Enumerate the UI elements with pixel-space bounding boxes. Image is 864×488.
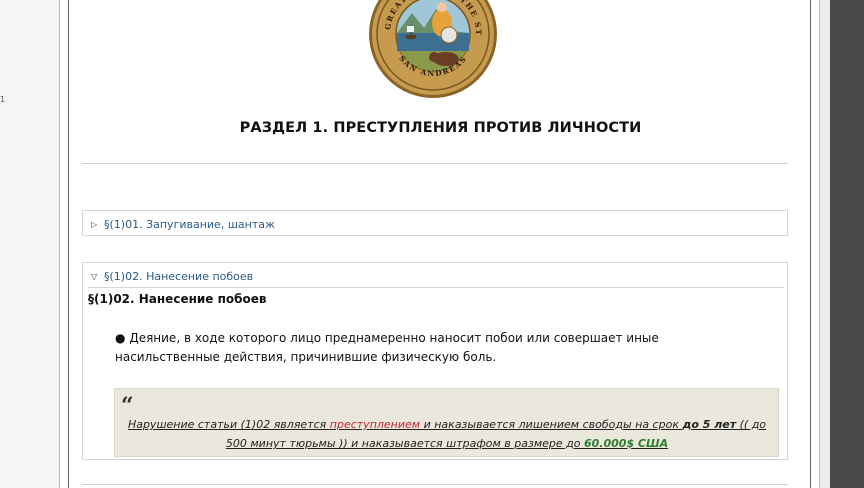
prison-term: до 5 лет (682, 418, 737, 431)
title-divider (82, 163, 788, 164)
crime-label: преступлением (329, 418, 421, 431)
article-2-summary[interactable]: ▽ §(1)02. Нанесение побоев (91, 267, 253, 285)
scrollbar-track[interactable] (830, 0, 864, 488)
article-1-summary-label: §(1)01. Запугивание, шантаж (104, 217, 275, 231)
article-heading: §(1)02. Нанесение побоев (88, 292, 267, 306)
section-title: РАЗДЕЛ 1. ПРЕСТУПЛЕНИЯ ПРОТИВ ЛИЧНОСТИ (239, 120, 642, 136)
penalty-text: Нарушение статьи (1)02 является преступл… (121, 415, 773, 453)
penalty-quote: “ Нарушение статьи (1)02 является престу… (114, 388, 779, 457)
article-description: Деяние, в ходе которого лицо преднамерен… (115, 331, 659, 364)
article-2-summary-label: §(1)02. Нанесение побоев (104, 269, 254, 283)
document-frame: THE GREAT SEAL OF THE STATE SAN ANDREAS … (68, 0, 811, 488)
article-body: ● Деяние, в ходе которого лицо преднамер… (115, 329, 755, 367)
penalty-text-part1: Нарушение статьи (1)02 является (127, 418, 330, 431)
bullet-icon: ● (115, 331, 126, 345)
penalty-text-part2: и наказывается лишением свободы на срок (420, 418, 683, 431)
summary-divider (88, 287, 784, 288)
triangle-down-icon: ▽ (91, 271, 98, 281)
gutter-line-number: 1 (0, 95, 6, 104)
seal-emblem-icon: THE GREAT SEAL OF THE STATE SAN ANDREAS (372, 0, 490, 91)
bottom-divider (82, 484, 788, 485)
page-margin-strip (820, 0, 830, 488)
article-2-collapsible: ▽ §(1)02. Нанесение побоев §(1)02. Нанес… (82, 262, 788, 460)
article-1-summary[interactable]: ▷ §(1)01. Запугивание, шантаж (91, 215, 275, 233)
state-seal: THE GREAT SEAL OF THE STATE SAN ANDREAS (369, 0, 497, 98)
triangle-right-icon: ▷ (91, 219, 98, 229)
article-1-collapsible: ▷ §(1)01. Запугивание, шантаж (82, 210, 788, 236)
fine-amount: 60.000$ США (584, 437, 669, 450)
document-page: THE GREAT SEAL OF THE STATE SAN ANDREAS … (59, 0, 820, 488)
